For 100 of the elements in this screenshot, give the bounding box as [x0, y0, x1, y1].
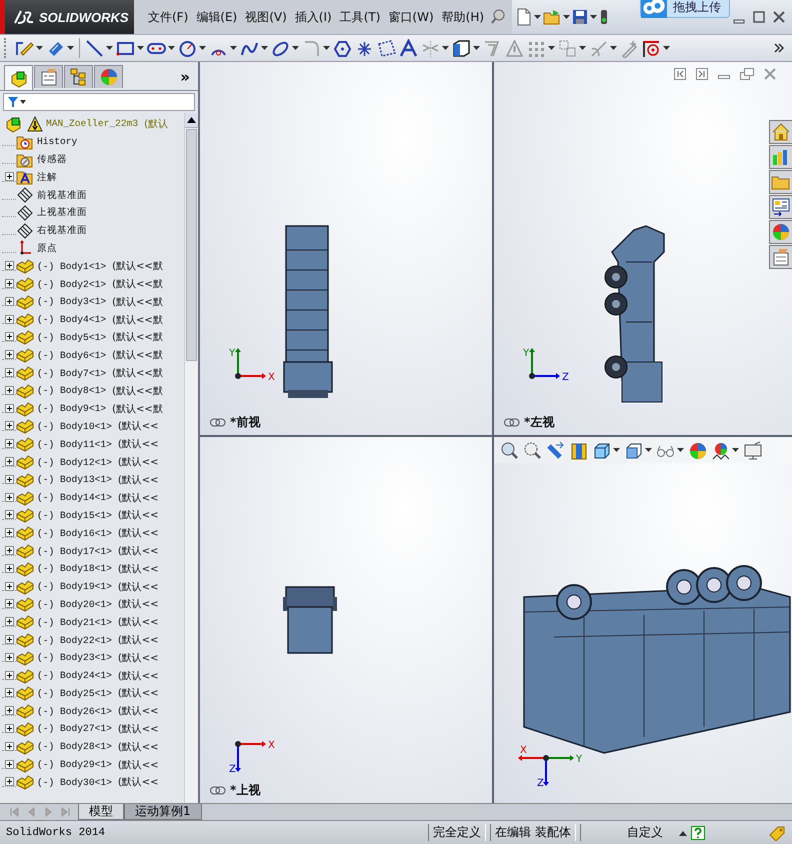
tree-item[interactable]: (-) Body8<1>: [37, 385, 106, 396]
caret-icon[interactable]: [590, 15, 598, 19]
expand-icon[interactable]: [4, 261, 14, 270]
tag-icon[interactable]: [768, 824, 786, 840]
bottom-tab[interactable]: 模型: [78, 804, 124, 820]
tree-item[interactable]: (-) Body5<1>: [37, 332, 106, 343]
tree-item[interactable]: (-) Body4<1>: [37, 314, 106, 326]
tree-item[interactable]: (-) Body28<1>: [37, 741, 112, 752]
expand-icon[interactable]: [4, 635, 14, 644]
tree-item[interactable]: 注解: [37, 170, 57, 184]
display-style-icon[interactable]: [624, 440, 643, 460]
expand-icon[interactable]: [4, 314, 14, 324]
circle-icon[interactable]: [178, 38, 197, 58]
appearance-icon[interactable]: [771, 222, 791, 242]
caret-icon[interactable]: [230, 46, 237, 50]
custom-properties-icon[interactable]: [771, 247, 791, 267]
caret-icon[interactable]: [534, 15, 542, 19]
tree-item[interactable]: (-) Body3<1>: [37, 296, 106, 308]
expand-icon[interactable]: [4, 510, 14, 520]
viewport[interactable]: X Z *上视: [200, 437, 492, 803]
caret-icon[interactable]: [137, 46, 144, 50]
expand-icon[interactable]: [4, 350, 14, 360]
tree-item[interactable]: 原点: [37, 242, 57, 255]
tree-item[interactable]: (-) Body21<1>: [37, 616, 112, 628]
expand-icon[interactable]: [4, 332, 14, 342]
more-tools-icon[interactable]: [774, 43, 784, 53]
menu-item[interactable]: 文件(F): [144, 8, 192, 26]
link-icon[interactable]: [210, 786, 226, 795]
expand-icon[interactable]: [4, 706, 14, 716]
tree-item[interactable]: (-) Body15<1>: [37, 510, 112, 521]
expand-icon[interactable]: [4, 546, 14, 556]
tree-item[interactable]: (-) Body12<1>: [37, 456, 112, 468]
restore-icon[interactable]: [740, 68, 754, 80]
panel-tab[interactable]: [34, 65, 63, 88]
caret-icon[interactable]: [292, 46, 299, 50]
tree-item[interactable]: (-) Body17<1>: [37, 546, 112, 557]
expand-icon[interactable]: [4, 474, 14, 484]
expand-icon[interactable]: [4, 439, 14, 448]
tree-item[interactable]: (-) Body26<1>: [37, 706, 112, 717]
tree-item[interactable]: (-) Body2<1>: [37, 278, 106, 290]
caret-icon[interactable]: [168, 46, 175, 50]
tree-item[interactable]: (-) Body24<1>: [37, 670, 112, 682]
caret-icon[interactable]: [677, 448, 684, 452]
menu-item[interactable]: 窗口(W): [384, 8, 438, 26]
link-icon[interactable]: [504, 418, 520, 427]
tree-item[interactable]: (-) Body6<1>: [37, 350, 106, 361]
close-icon[interactable]: [764, 68, 776, 80]
expand-icon[interactable]: [4, 760, 14, 769]
tree-item[interactable]: (-) Body22<1>: [37, 634, 112, 646]
caret-icon[interactable]: [563, 15, 570, 19]
caret-icon[interactable]: [548, 46, 555, 50]
tree-item[interactable]: (-) Body13<1>: [37, 474, 112, 486]
viewport[interactable]: Y X *前视: [200, 62, 492, 435]
home-icon[interactable]: [771, 122, 791, 142]
target-icon[interactable]: [642, 38, 661, 58]
zoom-area-icon[interactable]: [523, 440, 542, 460]
panel-tab[interactable]: [64, 65, 93, 88]
link-icon[interactable]: [210, 418, 226, 427]
scroll-up-icon[interactable]: [187, 117, 196, 123]
maximize-icon[interactable]: [752, 10, 766, 24]
tree-item[interactable]: (-) Body1<1>: [37, 260, 106, 272]
tree-item[interactable]: (-) Body25<1>: [37, 688, 112, 699]
caret-icon[interactable]: [323, 46, 330, 50]
filter-field[interactable]: [3, 93, 195, 111]
expand-icon[interactable]: [4, 777, 14, 786]
caret-icon[interactable]: [36, 46, 43, 50]
tree-item[interactable]: 上视基准面: [37, 206, 87, 220]
caret-icon[interactable]: [645, 448, 652, 452]
menu-item[interactable]: 帮助(H): [438, 8, 488, 26]
plane-icon[interactable]: [377, 38, 396, 58]
panel-tab[interactable]: [4, 65, 33, 90]
caret-icon[interactable]: [613, 448, 620, 452]
tree-item[interactable]: (-) Body23<1>: [37, 652, 112, 664]
expand-icon[interactable]: [4, 172, 14, 182]
pane-left-icon[interactable]: [674, 68, 686, 80]
caret-icon[interactable]: [663, 46, 670, 50]
tree-item[interactable]: (-) Body9<1>: [37, 403, 106, 414]
close-icon[interactable]: [772, 10, 786, 24]
caret-icon[interactable]: [106, 46, 113, 50]
viewport[interactable]: Y Z *左视: [494, 62, 792, 435]
expand-icon[interactable]: [4, 296, 14, 306]
expand-icon[interactable]: [4, 386, 14, 395]
tree-item[interactable]: (-) Body18<1>: [37, 563, 112, 574]
tree-item[interactable]: (-) Body16<1>: [37, 528, 112, 539]
expand-icon[interactable]: [4, 492, 14, 502]
tree-item[interactable]: (-) Body27<1>: [37, 723, 112, 734]
previous-view-icon[interactable]: [546, 440, 565, 460]
caret-icon[interactable]: [473, 46, 480, 50]
text-icon[interactable]: [399, 38, 418, 58]
help-icon[interactable]: [690, 826, 705, 840]
tree-item[interactable]: 前视基准面: [37, 188, 87, 202]
line-icon[interactable]: [85, 38, 104, 58]
tree-item[interactable]: (-) Body29<1>: [37, 759, 112, 770]
caret-icon[interactable]: [579, 46, 586, 50]
polygon-icon[interactable]: [333, 38, 352, 58]
units-selector[interactable]: 自定义: [598, 824, 675, 841]
box-icon[interactable]: [452, 38, 471, 58]
menu-item[interactable]: 工具(T): [336, 8, 384, 26]
zoom-to-fit-icon[interactable]: [500, 440, 519, 460]
view-palette-icon[interactable]: [771, 197, 791, 217]
